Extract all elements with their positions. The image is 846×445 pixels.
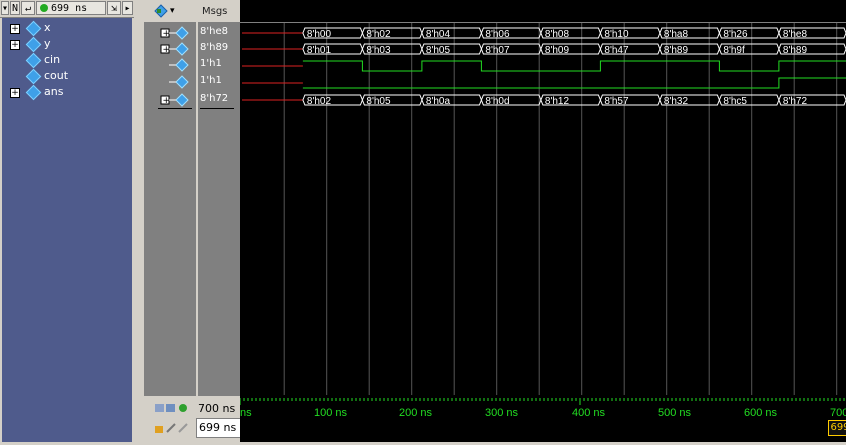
- run-indicator-icon: [40, 4, 48, 12]
- bus-label: 8'he8: [783, 29, 808, 40]
- time-axis: [239, 396, 846, 442]
- now-icons[interactable]: [154, 402, 190, 414]
- time-tick-label: 500 ns: [658, 407, 692, 419]
- expand-icon[interactable]: +: [10, 40, 20, 50]
- msgs-header: Msgs: [202, 6, 228, 17]
- logic-trace: [302, 60, 846, 72]
- bus-label: 8'h05: [426, 45, 451, 56]
- bus-label: 8'h06: [485, 29, 510, 40]
- expand-icon[interactable]: +: [10, 88, 20, 98]
- time-ruler: [239, 398, 845, 405]
- bus-label: 8'h12: [545, 96, 570, 107]
- svg-text:+: +: [163, 96, 171, 106]
- signal-icon: [25, 52, 42, 69]
- wave-window[interactable]: 8'h00 8'h02 8'h04 8'h06 8'h08 8'h10 8'ha8 8'h26…: [239, 0, 846, 442]
- object-item-cin[interactable]: cin: [2, 52, 132, 69]
- expand-icon[interactable]: +: [10, 24, 20, 34]
- bus-label: 8'h00: [307, 29, 332, 40]
- object-name: y: [44, 37, 51, 50]
- time-value: 699 ns: [51, 3, 88, 14]
- signal-pane: ▾ Msgs +8'he8 +8'h89 1'h1 1'h1 +8'h72 700 ns…: [144, 0, 242, 442]
- bus-label: 8'h89: [664, 45, 689, 56]
- signal-icon: [25, 36, 42, 53]
- bus-label: 8'h02: [366, 29, 391, 40]
- time-tick-label: 200 ns: [399, 407, 433, 419]
- signal-icon: [25, 68, 42, 85]
- bus-label: 8'h57: [604, 96, 629, 107]
- time-tick-label: 600 ns: [744, 407, 778, 419]
- signal-value: 8'h89: [200, 42, 229, 53]
- selection-underline: [200, 108, 234, 109]
- bus-label: 8'ha8: [664, 29, 689, 40]
- objects-pane: ▾ N ↵ 699 ns ⇲ ▸ + x + y cin cout + ans: [0, 0, 134, 442]
- object-list: + x + y cin cout + ans: [2, 18, 132, 442]
- time-field[interactable]: 699 ns: [36, 1, 106, 15]
- object-item-ans[interactable]: + ans: [2, 84, 132, 101]
- bus-label: 8'h32: [664, 96, 689, 107]
- signal-row-icon[interactable]: +: [160, 42, 200, 56]
- bus-label: 8'h72: [783, 96, 808, 107]
- time-tick-label: ns: [240, 407, 252, 419]
- n-toggle-button[interactable]: N: [10, 1, 20, 15]
- scroll-right-icon[interactable]: ▸: [122, 1, 133, 15]
- signal-icon: [25, 84, 42, 101]
- cursor-value: 699 ns: [199, 421, 237, 434]
- bus-label: 8'h05: [366, 96, 391, 107]
- bus-label: 8'h9f: [723, 45, 745, 56]
- bus-label: 8'h0d: [485, 96, 509, 107]
- cursor-icons[interactable]: [154, 422, 190, 434]
- time-tick-label: 300 ns: [485, 407, 519, 419]
- object-name: cout: [44, 69, 69, 82]
- object-name: cin: [44, 53, 61, 66]
- object-item-y[interactable]: + y: [2, 36, 132, 53]
- bus-label: 8'h89: [783, 45, 808, 56]
- signal-row-icon[interactable]: +: [160, 26, 200, 40]
- signal-pane-footer: 700 ns 699 ns: [144, 396, 242, 442]
- wave-format-icon[interactable]: [154, 4, 168, 18]
- bus-label: 8'hc5: [723, 96, 747, 107]
- signal-row-icon[interactable]: [160, 58, 200, 72]
- signal-row-icon[interactable]: +: [160, 93, 200, 107]
- svg-text:+: +: [163, 29, 171, 39]
- bus-label: 8'h07: [485, 45, 510, 56]
- step-back-icon[interactable]: ↵: [21, 1, 35, 15]
- bus-label: 8'h09: [545, 45, 570, 56]
- waveform-canvas[interactable]: 8'h00 8'h02 8'h04 8'h06 8'h08 8'h10 8'ha8 8'h26…: [240, 0, 846, 396]
- signal-pane-header: ▾ Msgs: [144, 0, 240, 23]
- bus-label: 8'h01: [307, 45, 332, 56]
- dropdown-arrow-icon[interactable]: ▾: [1, 1, 9, 15]
- signal-value: 1'h1: [200, 58, 222, 69]
- cursor-value-box[interactable]: 699 ns: [196, 418, 242, 438]
- selection-underline: [158, 108, 192, 109]
- cursor-time-readout[interactable]: 699: [828, 420, 846, 436]
- object-item-cout[interactable]: cout: [2, 68, 132, 85]
- bus-label: 8'h02: [307, 96, 332, 107]
- object-item-x[interactable]: + x: [2, 20, 132, 37]
- svg-text:+: +: [163, 45, 171, 55]
- signal-value: 1'h1: [200, 75, 222, 86]
- bus-label: 8'h08: [545, 29, 570, 40]
- signal-icon: [25, 20, 42, 37]
- jump-icon[interactable]: ⇲: [107, 1, 121, 15]
- chevron-down-icon[interactable]: ▾: [170, 6, 175, 16]
- object-name: ans: [44, 85, 64, 98]
- now-value: 700 ns: [198, 402, 236, 415]
- bus-label: 8'h47: [604, 45, 629, 56]
- time-tick-label: 100 ns: [314, 407, 348, 419]
- signal-value: 8'h72: [200, 93, 229, 104]
- logic-trace: [302, 77, 846, 89]
- signal-row-icon[interactable]: [160, 75, 200, 89]
- bus-label: 8'h26: [723, 29, 748, 40]
- objects-toolbar: ▾ N ↵ 699 ns ⇲ ▸: [0, 0, 134, 18]
- bus-label: 8'h0a: [426, 96, 451, 107]
- time-tick-label: 700: [830, 407, 846, 419]
- bus-label: 8'h10: [604, 29, 629, 40]
- bus-label: 8'h03: [366, 45, 391, 56]
- object-name: x: [44, 21, 51, 34]
- signal-value: 8'he8: [200, 26, 228, 37]
- bus-label: 8'h04: [426, 29, 451, 40]
- time-tick-label: 400 ns: [572, 407, 606, 419]
